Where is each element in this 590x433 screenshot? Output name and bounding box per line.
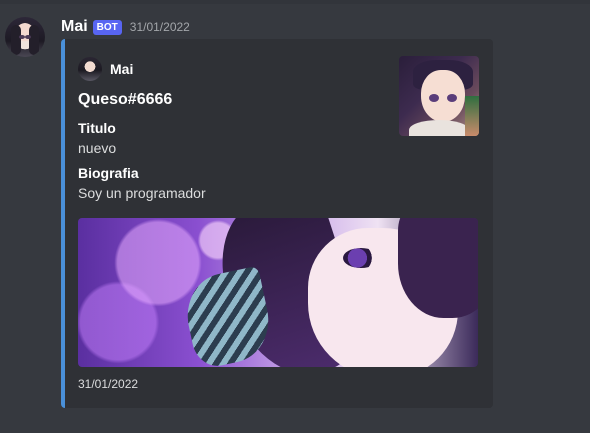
- thumbnail-eye-right: [447, 94, 457, 102]
- avatar-eye-right: [25, 35, 31, 39]
- bot-tag: BOT: [92, 19, 122, 35]
- avatar-hair-right: [29, 25, 39, 55]
- message-timestamp: 31/01/2022: [129, 20, 190, 34]
- field-name-titulo: Titulo: [78, 120, 116, 136]
- user-avatar[interactable]: [5, 17, 45, 57]
- embed: Mai Queso#6666 Titulo nuevo Biografia So…: [61, 39, 493, 408]
- image-eye: [343, 248, 379, 268]
- avatar-hair-left: [11, 25, 21, 55]
- username[interactable]: Mai: [61, 18, 88, 36]
- thumbnail-side: [465, 96, 479, 136]
- message-header: Mai BOT 31/01/2022: [61, 17, 190, 37]
- thumbnail-face: [421, 70, 465, 122]
- chat-message: Mai BOT 31/01/2022 Mai Queso#6666 Titulo…: [0, 0, 590, 433]
- embed-author: Mai: [78, 57, 133, 81]
- embed-author-name: Mai: [110, 61, 134, 77]
- embed-image[interactable]: [78, 218, 478, 367]
- field-name-biografia: Biografia: [78, 165, 139, 181]
- embed-footer: 31/01/2022: [78, 377, 139, 391]
- embed-title: Queso#6666: [78, 91, 173, 108]
- field-value-biografia: Soy un programador: [78, 185, 206, 201]
- embed-author-icon: [78, 57, 102, 81]
- field-value-titulo: nuevo: [78, 140, 117, 156]
- thumbnail-eye-left: [429, 94, 439, 102]
- embed-thumbnail[interactable]: [399, 56, 479, 136]
- thumbnail-collar: [409, 120, 469, 136]
